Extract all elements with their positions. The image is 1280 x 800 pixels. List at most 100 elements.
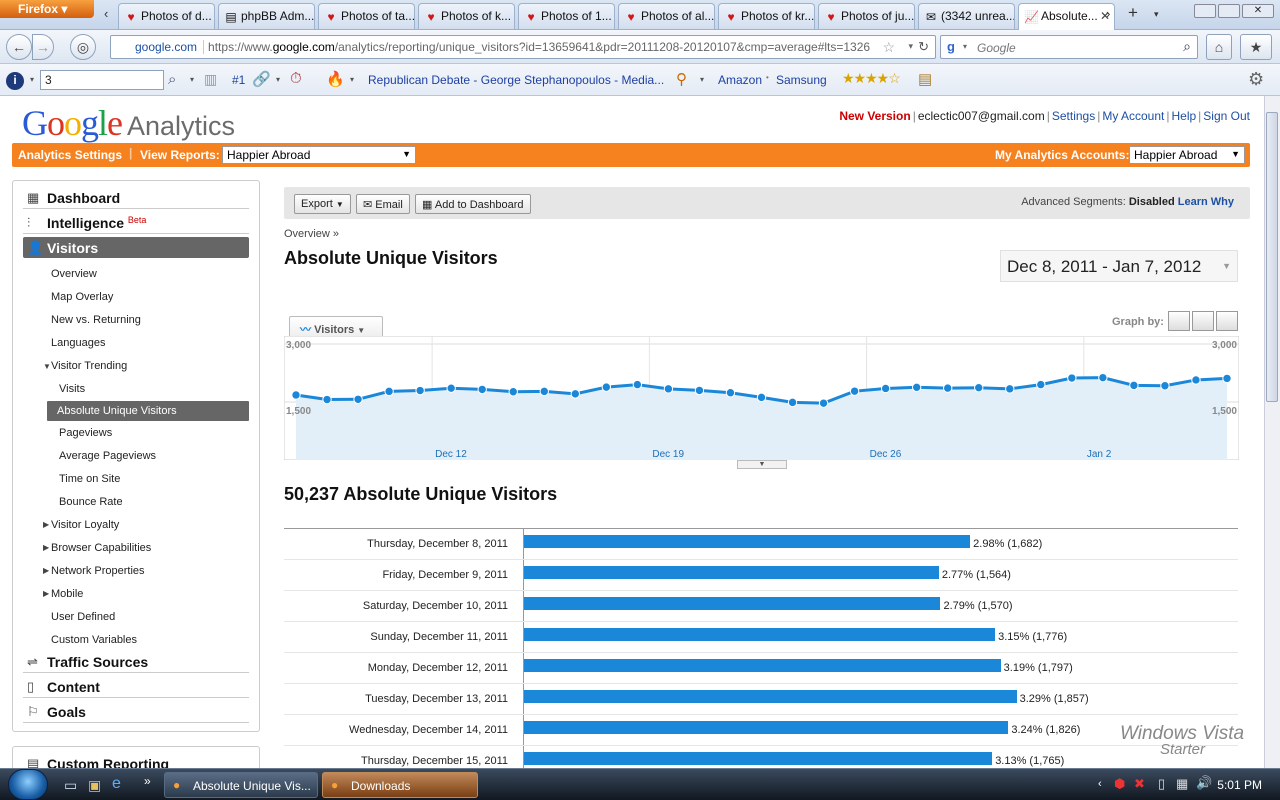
sidebar-item-browser-capabilities[interactable]: Browser Capabilities <box>51 542 151 554</box>
graph-metric-tab[interactable]: 〰 Visitors ▼ <box>289 316 383 337</box>
new-tab-icon[interactable]: + <box>1128 3 1138 23</box>
sidebar-item-time-on-site[interactable]: Time on Site <box>59 473 120 485</box>
engine-dropdown-icon[interactable]: ▾ <box>963 42 967 51</box>
internet-explorer-icon[interactable]: e <box>112 775 121 793</box>
quick-launch-more-icon[interactable]: » <box>144 774 151 788</box>
browser-tab[interactable]: ▤ phpBB Adm... <box>218 3 315 29</box>
expanded-triangle-icon[interactable]: ▼ <box>43 362 51 371</box>
browser-tab[interactable]: 📈 Absolute... ✕ <box>1018 3 1115 30</box>
my-account-link[interactable]: My Account <box>1102 109 1164 123</box>
site-identity[interactable]: google.com <box>117 40 205 54</box>
sidebar-item-mobile[interactable]: Mobile <box>51 588 83 600</box>
sidebar-item-custom-variables[interactable]: Custom Variables <box>51 634 137 646</box>
sidebar-item-languages[interactable]: Languages <box>51 337 105 349</box>
settings-gear-icon[interactable]: ⚙ <box>1248 69 1264 90</box>
bookmark-star-icon[interactable]: ☆ <box>882 39 895 56</box>
toolbar-search-input[interactable]: 3 <box>40 70 164 90</box>
graph-by-day-button[interactable] <box>1168 311 1190 331</box>
firefox-menu-button[interactable]: Firefox ▾ <box>0 0 94 18</box>
bookmark-amazon[interactable]: Amazon <box>718 73 762 87</box>
sidebar-item-goals[interactable]: ⚐ Goals <box>23 701 249 723</box>
sidebar-item-new-vs-returning[interactable]: New vs. Returning <box>51 314 141 326</box>
sidebar-item-visitors[interactable]: 👤 Visitors <box>23 237 249 258</box>
collapsed-triangle-icon[interactable]: ▶ <box>43 520 49 529</box>
notebook-icon[interactable]: ▤ <box>918 70 932 88</box>
show-desktop-icon[interactable]: ▭ <box>64 777 77 794</box>
rating-stars-icon[interactable]: ★★★★☆ <box>842 70 901 87</box>
fire-icon[interactable]: 🔥 <box>326 70 345 88</box>
network-error-tray-icon[interactable]: ✖ <box>1134 776 1145 792</box>
addon-dropdown-icon[interactable]: ▾ <box>30 75 34 84</box>
restore-button[interactable] <box>1218 4 1240 18</box>
home-icon[interactable]: ⌂ <box>1206 34 1232 60</box>
volume-icon[interactable]: 🔊 <box>1196 775 1212 791</box>
window-close-button[interactable]: ✕ <box>1242 4 1274 18</box>
browser-tab[interactable]: ♥ Photos of kr... <box>718 3 815 29</box>
stats-bars-icon[interactable]: ▥ <box>204 71 217 88</box>
toolbar-search-icon[interactable]: ⌕ <box>168 71 176 88</box>
sidebar-item-visitor-trending[interactable]: Visitor Trending <box>51 360 127 372</box>
google-search-engine-icon[interactable]: g <box>947 39 955 54</box>
sidebar-item-average-pageviews[interactable]: Average Pageviews <box>59 450 156 462</box>
sidebar-item-traffic-sources[interactable]: ⇌ Traffic Sources <box>23 651 249 673</box>
date-range-picker[interactable]: Dec 8, 2011 - Jan 7, 2012 ▼ <box>1000 250 1238 282</box>
graph-by-month-button[interactable] <box>1216 311 1238 331</box>
url-bar[interactable]: google.com https://www.google.com/analyti… <box>110 35 936 59</box>
bookmarks-menu-icon[interactable]: ★ <box>1240 34 1272 60</box>
learn-why-link[interactable]: Learn Why <box>1178 196 1234 208</box>
browser-tab[interactable]: ♥ Photos of d... <box>118 3 215 29</box>
sidebar-item-visitor-loyalty[interactable]: Visitor Loyalty <box>51 519 119 531</box>
collapsed-triangle-icon[interactable]: ▶ <box>43 589 49 598</box>
link-dropdown-icon[interactable]: ▾ <box>276 75 280 84</box>
url-history-icon[interactable]: ▾ <box>908 41 913 52</box>
sidebar-item-dashboard[interactable]: ▦ Dashboard <box>23 187 249 209</box>
addon-info-icon[interactable]: i <box>6 72 24 90</box>
settings-link[interactable]: Settings <box>1052 109 1095 123</box>
graph-resize-handle[interactable]: ▼ <box>737 460 787 469</box>
search-icon[interactable]: ⌕ <box>1183 38 1191 55</box>
collapsed-triangle-icon[interactable]: ▶ <box>43 543 49 552</box>
system-clock[interactable]: 5:01 PM <box>1217 778 1262 792</box>
timer-icon[interactable]: ⏱ <box>290 70 302 87</box>
sidebar-item-visits[interactable]: Visits <box>59 383 85 395</box>
view-reports-select[interactable]: Happier Abroad ▼ <box>222 146 416 164</box>
sidebar-item-map-overlay[interactable]: Map Overlay <box>51 291 113 303</box>
rank-counter[interactable]: #1 <box>232 73 245 87</box>
tab-scroll-right-icon[interactable]: › <box>1106 6 1110 21</box>
sidebar-item-overview[interactable]: Overview <box>51 268 97 280</box>
start-button[interactable] <box>8 769 48 800</box>
search-bar[interactable]: g ▾ Google ⌕ <box>940 35 1198 59</box>
scrollbar-thumb[interactable] <box>1266 112 1278 402</box>
sidebar-item-intelligence[interactable]: ⫶ Intelligence Beta <box>23 212 249 234</box>
device-tray-icon[interactable]: ▯ <box>1158 776 1165 792</box>
email-button[interactable]: ✉ Email <box>356 194 410 214</box>
taskbar-item-analytics[interactable]: ● Absolute Unique Vis... <box>164 772 318 798</box>
network-tray-icon[interactable]: ▦ <box>1176 776 1188 792</box>
minimize-button[interactable] <box>1194 4 1216 18</box>
list-tabs-icon[interactable]: ▾ <box>1154 9 1159 20</box>
sidebar-item-pageviews[interactable]: Pageviews <box>59 427 112 439</box>
browser-tab[interactable]: ♥ Photos of 1... <box>518 3 615 29</box>
flame-search-icon[interactable]: ⚲ <box>676 70 687 88</box>
bookmark-samsung[interactable]: Samsung <box>776 73 827 87</box>
breadcrumb[interactable]: Overview » <box>284 228 339 240</box>
my-accounts-select[interactable]: Happier Abroad ▼ <box>1129 146 1245 164</box>
link-icon[interactable]: 🔗 <box>252 70 271 88</box>
forward-button[interactable]: → <box>32 34 54 60</box>
antivirus-tray-icon[interactable]: ⬢ <box>1114 776 1125 792</box>
google-analytics-logo[interactable]: Google Analytics <box>22 102 235 144</box>
browser-tab[interactable]: ♥ Photos of k... <box>418 3 515 29</box>
browser-tab[interactable]: ♥ Photos of ta... <box>318 3 415 29</box>
graph-by-week-button[interactable] <box>1192 311 1214 331</box>
export-button[interactable]: Export ▼ <box>294 194 351 214</box>
taskbar-item-downloads[interactable]: ● Downloads <box>322 772 478 798</box>
browser-tab[interactable]: ♥ Photos of ju... <box>818 3 915 29</box>
home-site-icon[interactable]: ◎ <box>70 34 96 60</box>
sidebar-item-content[interactable]: ▯ Content <box>23 676 249 698</box>
sidebar-item-bounce-rate[interactable]: Bounce Rate <box>59 496 123 508</box>
help-link[interactable]: Help <box>1171 109 1196 123</box>
add-to-dashboard-button[interactable]: ▦ Add to Dashboard <box>415 194 531 214</box>
back-button[interactable]: ← <box>6 34 32 60</box>
collapsed-triangle-icon[interactable]: ▶ <box>43 566 49 575</box>
fire-dropdown-icon[interactable]: ▾ <box>350 75 354 84</box>
